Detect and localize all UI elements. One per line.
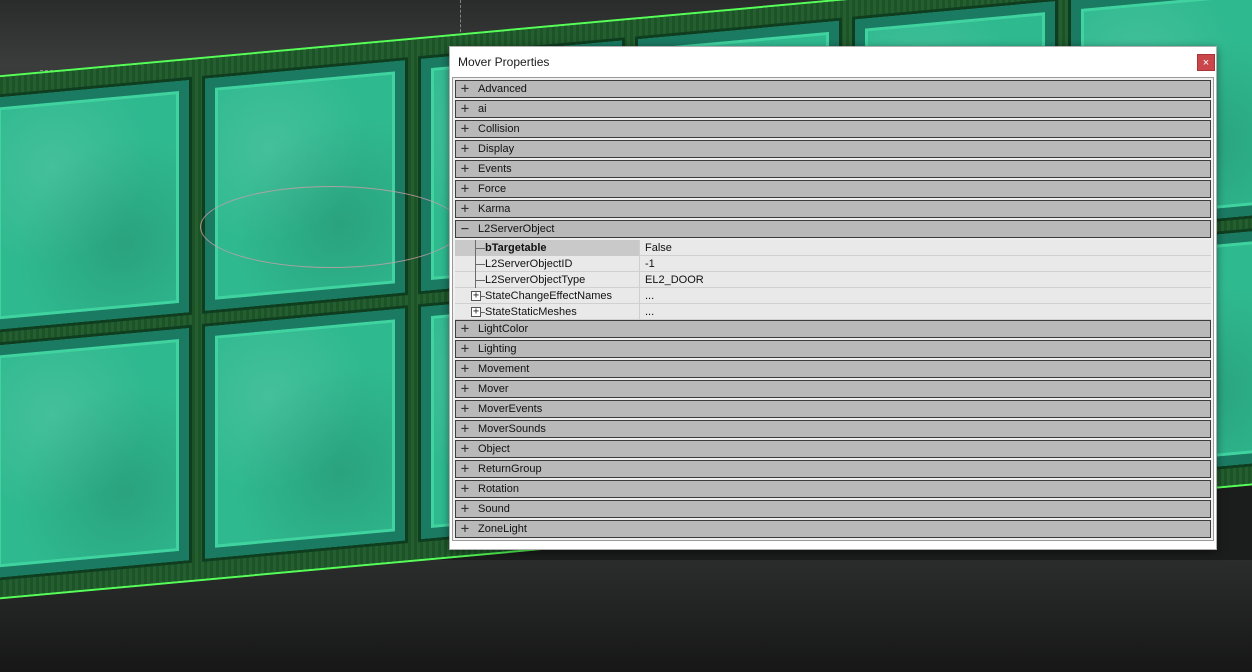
property-value[interactable]: False: [640, 240, 1211, 256]
expand-icon[interactable]: +: [458, 381, 472, 397]
window-titlebar[interactable]: Mover Properties ×: [450, 47, 1216, 77]
expand-icon[interactable]: +: [458, 101, 472, 117]
expand-icon[interactable]: +: [458, 401, 472, 417]
category-label: Movement: [478, 363, 530, 375]
category-label: Rotation: [478, 483, 519, 495]
category-list-after: + LightColor + Lighting + Movement + Mover + Move…: [455, 320, 1211, 538]
expand-icon[interactable]: +: [458, 521, 472, 537]
category-label: MoverEvents: [478, 403, 543, 415]
property-row[interactable]: + StateStaticMeshes...: [455, 303, 1211, 320]
category-force[interactable]: + Force: [455, 180, 1211, 198]
property-name: L2ServerObjectType: [485, 273, 586, 286]
category-label: Mover: [478, 383, 509, 395]
category-sound[interactable]: + Sound: [455, 500, 1211, 518]
expand-icon[interactable]: +: [458, 81, 472, 97]
category-zonelight[interactable]: + ZoneLight: [455, 520, 1211, 538]
category-label: ai: [478, 103, 487, 115]
category-list-before: + Advanced + ai + Collision + Display + Events + Fo…: [455, 80, 1211, 218]
category-label: Events: [478, 163, 512, 175]
property-name-cell[interactable]: L2ServerObjectType: [455, 271, 640, 288]
expand-icon[interactable]: +: [458, 461, 472, 477]
category-rotation[interactable]: + Rotation: [455, 480, 1211, 498]
expand-icon[interactable]: +: [458, 481, 472, 497]
category-returngroup[interactable]: + ReturnGroup: [455, 460, 1211, 478]
property-value[interactable]: ...: [640, 288, 1211, 304]
category-lighting[interactable]: + Lighting: [455, 340, 1211, 358]
category-lightcolor[interactable]: + LightColor: [455, 320, 1211, 338]
expand-icon[interactable]: +: [458, 361, 472, 377]
property-name-cell[interactable]: L2ServerObjectID: [455, 255, 640, 272]
category-l2serverobject[interactable]: − L2ServerObject: [455, 220, 1211, 238]
category-label: Collision: [478, 123, 520, 135]
expand-icon[interactable]: +: [459, 288, 485, 304]
property-value[interactable]: -1: [640, 256, 1211, 272]
category-label: LightColor: [478, 323, 529, 335]
l2serverobject-properties: bTargetable False L2ServerObjectID -1 L2Serv…: [455, 239, 1211, 320]
category-label: MoverSounds: [478, 423, 546, 435]
expand-icon[interactable]: +: [458, 501, 472, 517]
category-ai[interactable]: + ai: [455, 100, 1211, 118]
property-name: StateChangeEffectNames: [485, 289, 612, 302]
property-value[interactable]: ...: [640, 304, 1211, 320]
category-label: L2ServerObject: [478, 223, 555, 235]
category-label: Lighting: [478, 343, 517, 355]
property-name-cell[interactable]: + StateChangeEffectNames: [455, 287, 640, 304]
property-row[interactable]: L2ServerObjectType EL2_DOOR: [455, 271, 1211, 288]
tree-connector: [459, 255, 485, 272]
mover-properties-window[interactable]: Mover Properties × + Advanced + ai + Collisio…: [449, 46, 1217, 550]
expander-box[interactable]: +: [471, 306, 481, 317]
property-name-cell[interactable]: bTargetable: [455, 239, 640, 256]
category-moversounds[interactable]: + MoverSounds: [455, 420, 1211, 438]
wall-tile: [204, 308, 406, 559]
wall-tile: [204, 60, 406, 311]
category-label: Force: [478, 183, 507, 195]
category-label: Display: [478, 143, 515, 155]
close-button[interactable]: ×: [1197, 54, 1215, 71]
expander-box[interactable]: +: [471, 290, 481, 301]
property-row[interactable]: bTargetable False: [455, 239, 1211, 256]
expand-icon[interactable]: +: [458, 441, 472, 457]
expand-icon[interactable]: +: [458, 421, 472, 437]
expand-icon[interactable]: +: [458, 141, 472, 157]
expand-icon[interactable]: +: [458, 161, 472, 177]
category-label: ZoneLight: [478, 523, 527, 535]
category-label: ReturnGroup: [478, 463, 542, 475]
category-events[interactable]: + Events: [455, 160, 1211, 178]
category-mover[interactable]: + Mover: [455, 380, 1211, 398]
category-collision[interactable]: + Collision: [455, 120, 1211, 138]
category-label: Karma: [478, 203, 511, 215]
expand-icon[interactable]: +: [458, 201, 472, 217]
property-name: bTargetable: [485, 241, 547, 254]
window-title: Mover Properties: [458, 55, 550, 69]
property-value[interactable]: EL2_DOOR: [640, 272, 1211, 288]
property-name: StateStaticMeshes: [485, 305, 577, 318]
category-label: Object: [478, 443, 510, 455]
expand-icon[interactable]: +: [459, 304, 485, 320]
expand-icon[interactable]: +: [458, 181, 472, 197]
property-row[interactable]: L2ServerObjectID -1: [455, 255, 1211, 272]
wireframe-cylinder: [200, 186, 462, 268]
wall-tile: [0, 328, 189, 579]
property-row[interactable]: + StateChangeEffectNames...: [455, 287, 1211, 304]
category-label: Advanced: [478, 83, 527, 95]
expand-icon[interactable]: +: [458, 341, 472, 357]
expand-icon[interactable]: +: [458, 121, 472, 137]
category-movement[interactable]: + Movement: [455, 360, 1211, 378]
category-karma[interactable]: + Karma: [455, 200, 1211, 218]
property-name: L2ServerObjectID: [485, 257, 573, 270]
category-advanced[interactable]: + Advanced: [455, 80, 1211, 98]
category-object[interactable]: + Object: [455, 440, 1211, 458]
category-moverevents[interactable]: + MoverEvents: [455, 400, 1211, 418]
property-name-cell[interactable]: + StateStaticMeshes: [455, 303, 640, 320]
expand-icon[interactable]: +: [458, 321, 472, 337]
wall-tile: [0, 80, 189, 331]
category-label: Sound: [478, 503, 510, 515]
tree-connector: [459, 239, 485, 256]
collapse-icon[interactable]: −: [458, 221, 472, 237]
property-grid[interactable]: + Advanced + ai + Collision + Display + Events + Fo…: [452, 77, 1214, 541]
tree-connector: [459, 271, 485, 288]
category-display[interactable]: + Display: [455, 140, 1211, 158]
